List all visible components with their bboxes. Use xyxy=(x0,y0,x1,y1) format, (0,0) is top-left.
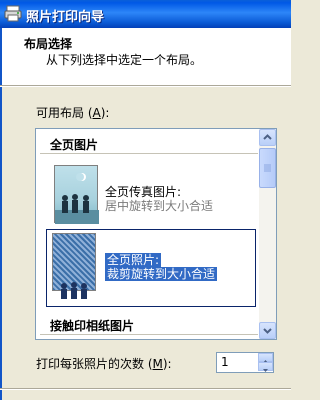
layout-list-scrollbar[interactable] xyxy=(259,129,276,339)
title-bar[interactable]: 照片打印向导 xyxy=(0,0,291,28)
printer-icon xyxy=(4,5,22,22)
copies-label: 打印每张照片的次数 (M): xyxy=(36,357,172,371)
layout-listbox[interactable]: 全页图片 全页传真图片: 居中旋转到大小合适 全页照片: 裁剪旋转到大小合适 接… xyxy=(35,128,277,340)
scroll-up-button[interactable] xyxy=(259,129,276,146)
group-divider xyxy=(40,334,258,335)
footer-divider xyxy=(0,388,291,390)
header-divider xyxy=(0,85,291,87)
group-divider xyxy=(40,153,258,154)
wizard-header: 布局选择 从下列选择中选定一个布局。 xyxy=(0,28,291,85)
spin-up-button[interactable] xyxy=(258,353,273,363)
window-border xyxy=(0,87,2,400)
page-title: 布局选择 xyxy=(24,37,73,51)
layout-item-name: 全页传真图片: xyxy=(105,185,182,199)
layout-thumbnail-photo[interactable] xyxy=(52,233,96,299)
group-title-contact-sheet: 接触印相纸图片 xyxy=(50,319,135,333)
silhouette-photo-icon xyxy=(61,282,87,299)
available-layouts-label: 可用布局 (A): xyxy=(36,106,110,120)
caret-down-icon xyxy=(263,369,268,372)
layout-item-desc: 裁剪旋转到大小合适 xyxy=(105,267,218,281)
scroll-down-button[interactable] xyxy=(259,322,276,339)
scroll-thumb[interactable] xyxy=(259,148,276,188)
layout-item-desc: 居中旋转到大小合适 xyxy=(105,199,214,213)
window-title: 照片打印向导 xyxy=(26,10,105,25)
layout-item-name: 全页照片: xyxy=(105,253,162,267)
silhouette-photo-icon xyxy=(55,173,99,224)
layout-item-fax[interactable]: 全页传真图片: 居中旋转到大小合适 xyxy=(105,185,213,213)
layout-thumbnail-fax[interactable] xyxy=(54,165,99,224)
spin-down-button[interactable] xyxy=(258,362,273,372)
page-subtitle: 从下列选择中选定一个布局。 xyxy=(46,53,203,67)
chevron-up-icon xyxy=(263,134,272,140)
copies-spinner[interactable]: 1 xyxy=(216,352,274,373)
layout-item-photo[interactable]: 全页照片: 裁剪旋转到大小合适 xyxy=(105,253,218,281)
chevron-down-icon xyxy=(263,328,272,334)
group-title-full-page: 全页图片 xyxy=(50,138,99,152)
grip-icon xyxy=(264,164,271,172)
copies-input[interactable]: 1 xyxy=(221,355,229,369)
